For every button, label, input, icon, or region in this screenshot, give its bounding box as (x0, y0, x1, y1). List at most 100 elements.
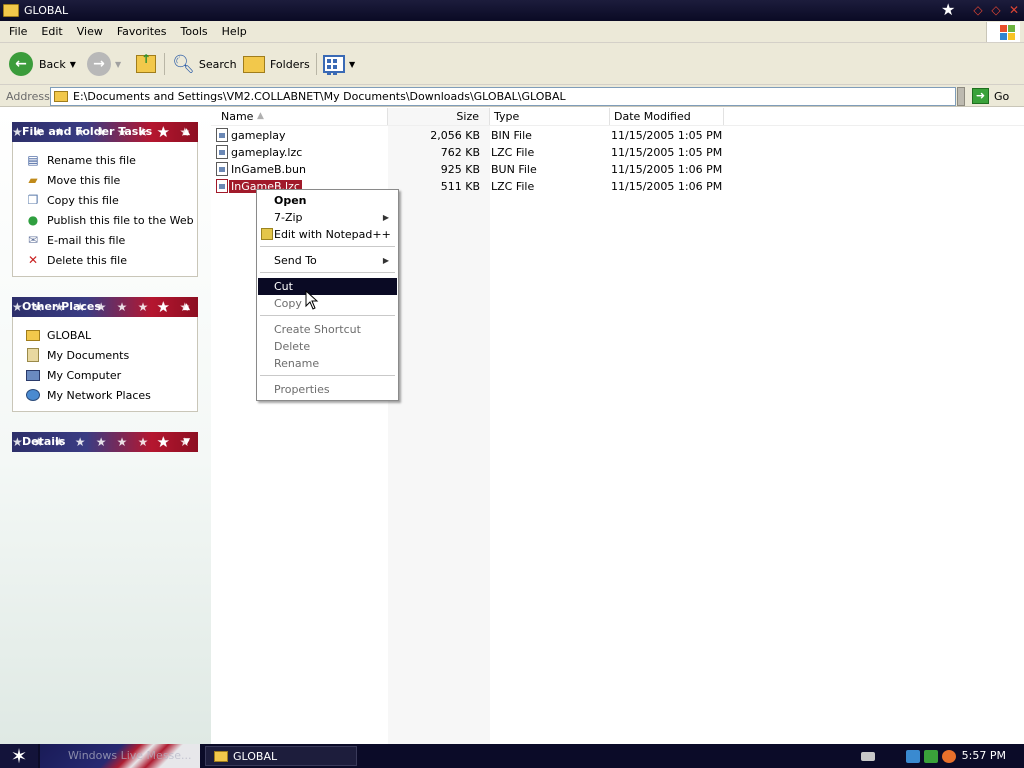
menu-cut[interactable]: Cut (258, 278, 397, 295)
column-size-header[interactable]: Size (388, 108, 490, 125)
back-arrow-icon: ← (9, 52, 33, 76)
place-label: My Documents (47, 348, 130, 362)
menu-edit[interactable]: Edit (34, 25, 69, 38)
file-name: gameplay (231, 129, 286, 142)
file-folder-tasks-panel: ★ ★ ★ ★ ★ ★ ★ ★ ★ File and Folder Tasks … (12, 122, 198, 277)
back-button[interactable]: ← Back ▼ (9, 51, 76, 77)
task-label: Copy this file (47, 193, 119, 207)
menu-properties[interactable]: Properties (258, 381, 397, 398)
delete-file-link[interactable]: ✕ Delete this file (25, 250, 197, 270)
expand-icon[interactable]: ▼ (183, 432, 190, 452)
place-global-link[interactable]: GLOBAL (25, 325, 197, 345)
network-icon[interactable] (906, 750, 920, 763)
flag-text: Windows Live Messe... (68, 749, 192, 762)
file-date: 11/15/2005 1:05 PM (611, 146, 723, 159)
taskbar-item-global[interactable]: GLOBAL (205, 746, 357, 766)
menu-file[interactable]: File (0, 25, 34, 38)
submenu-arrow-icon: ▶ (382, 256, 389, 265)
file-type: LZC File (491, 180, 535, 193)
file-size: 511 KB (440, 180, 480, 193)
file-size: 925 KB (440, 163, 480, 176)
menu-7zip[interactable]: 7-Zip ▶ (258, 209, 397, 226)
menu-help[interactable]: Help (215, 25, 254, 38)
close-button[interactable]: ✕ (1007, 3, 1021, 17)
menu-edit-notepadpp[interactable]: Edit with Notepad++ (258, 226, 397, 243)
keyboard-icon[interactable] (861, 752, 875, 761)
other-places-header[interactable]: ★ ★ ★ ★ ★ ★ ★ ★ ★ Other Places ★ ▲ (12, 297, 198, 317)
file-folder-tasks-header[interactable]: ★ ★ ★ ★ ★ ★ ★ ★ ★ File and Folder Tasks … (12, 122, 198, 142)
column-name-header[interactable]: Name ▲ (211, 108, 388, 125)
copy-file-link[interactable]: ❐ Copy this file (25, 190, 197, 210)
move-icon: ▰ (28, 173, 38, 187)
views-icon (323, 55, 345, 75)
address-dropdown-button[interactable] (957, 87, 965, 106)
details-header[interactable]: ★ ★ ★ ★ ★ ★ ★ ★ ★ Details ★ ▼ (12, 432, 198, 452)
file-row[interactable]: InGameB.bun 925 KB BUN File 11/15/2005 1… (211, 161, 1024, 178)
menu-open[interactable]: Open (258, 192, 397, 209)
menu-copy[interactable]: Copy (258, 295, 397, 312)
menu-rename[interactable]: Rename (258, 355, 397, 372)
place-network-link[interactable]: My Network Places (25, 385, 197, 405)
star-icon: ★ (156, 433, 170, 451)
menu-tools[interactable]: Tools (174, 25, 215, 38)
menu-bar: File Edit View Favorites Tools Help (0, 21, 1024, 43)
menu-view[interactable]: View (70, 25, 110, 38)
forward-arrow-icon: → (87, 52, 111, 76)
go-arrow-icon: ➜ (972, 88, 989, 104)
folders-button[interactable]: Folders (243, 51, 310, 77)
forward-button[interactable]: → ▼ (87, 51, 121, 77)
column-label: Size (456, 110, 479, 123)
minimize-button[interactable]: ◇ (971, 3, 985, 17)
security-icon[interactable] (924, 750, 938, 763)
column-label: Type (494, 110, 520, 123)
go-button[interactable]: ➜ Go (972, 88, 1009, 104)
start-button[interactable]: ✶ (0, 744, 38, 768)
menu-label: Send To (274, 254, 317, 267)
address-input[interactable]: E:\Documents and Settings\VM2.COLLABNET\… (50, 87, 956, 106)
menu-label: Edit with Notepad++ (274, 228, 391, 241)
file-row[interactable]: gameplay 2,056 KB BIN File 11/15/2005 1:… (211, 127, 1024, 144)
place-label: My Computer (47, 368, 122, 382)
task-label: Move this file (47, 173, 121, 187)
collapse-icon[interactable]: ▲ (183, 122, 190, 142)
task-label: Publish this file to the Web (47, 213, 194, 227)
back-label: Back (39, 57, 66, 71)
move-file-link[interactable]: ▰ Move this file (25, 170, 197, 190)
dropdown-arrow-icon: ▼ (115, 59, 122, 69)
maximize-button[interactable]: ◇ (989, 3, 1003, 17)
email-file-link[interactable]: ✉ E-mail this file (25, 230, 197, 250)
windows-logo-icon (986, 22, 1020, 42)
file-folder-tasks-body: ▤ Rename this file ▰ Move this file ❐ Copy … (12, 142, 198, 277)
panel-title: Details (22, 435, 66, 448)
search-label: Search (198, 57, 237, 71)
search-button[interactable]: 🔍︎ Search (172, 51, 237, 77)
network-places-icon (25, 387, 41, 403)
menu-create-shortcut[interactable]: Create Shortcut (258, 321, 397, 338)
rename-file-link[interactable]: ▤ Rename this file (25, 150, 197, 170)
place-my-documents-link[interactable]: My Documents (25, 345, 197, 365)
taskbar: ✶ Windows Live Messe... GLOBAL 5:57 PM (0, 744, 1024, 768)
menu-favorites[interactable]: Favorites (110, 25, 174, 38)
publish-file-link[interactable]: ● Publish this file to the Web (25, 210, 197, 230)
window-title: GLOBAL (24, 4, 69, 17)
mouse-cursor-icon (305, 290, 319, 310)
up-folder-button[interactable]: ↑ (136, 51, 156, 77)
menu-send-to[interactable]: Send To ▶ (258, 252, 397, 269)
menu-delete[interactable]: Delete (258, 338, 397, 355)
collapse-icon[interactable]: ▲ (183, 297, 190, 317)
address-label: Address (6, 90, 50, 103)
views-button[interactable]: ▼ (323, 51, 355, 77)
column-type-header[interactable]: Type (490, 108, 610, 125)
file-type: LZC File (491, 146, 535, 159)
column-date-header[interactable]: Date Modified (610, 108, 724, 125)
task-label: Rename this file (47, 153, 136, 167)
file-row[interactable]: gameplay.lzc 762 KB LZC File 11/15/2005 … (211, 144, 1024, 161)
file-name: gameplay.lzc (231, 146, 303, 159)
place-my-computer-link[interactable]: My Computer (25, 365, 197, 385)
my-computer-icon (25, 367, 41, 383)
globe-icon: ● (27, 213, 39, 227)
file-date: 11/15/2005 1:05 PM (611, 129, 723, 142)
clock: 5:57 PM (961, 749, 1006, 762)
folder-icon (54, 91, 68, 102)
search-tray-icon[interactable] (942, 750, 956, 763)
